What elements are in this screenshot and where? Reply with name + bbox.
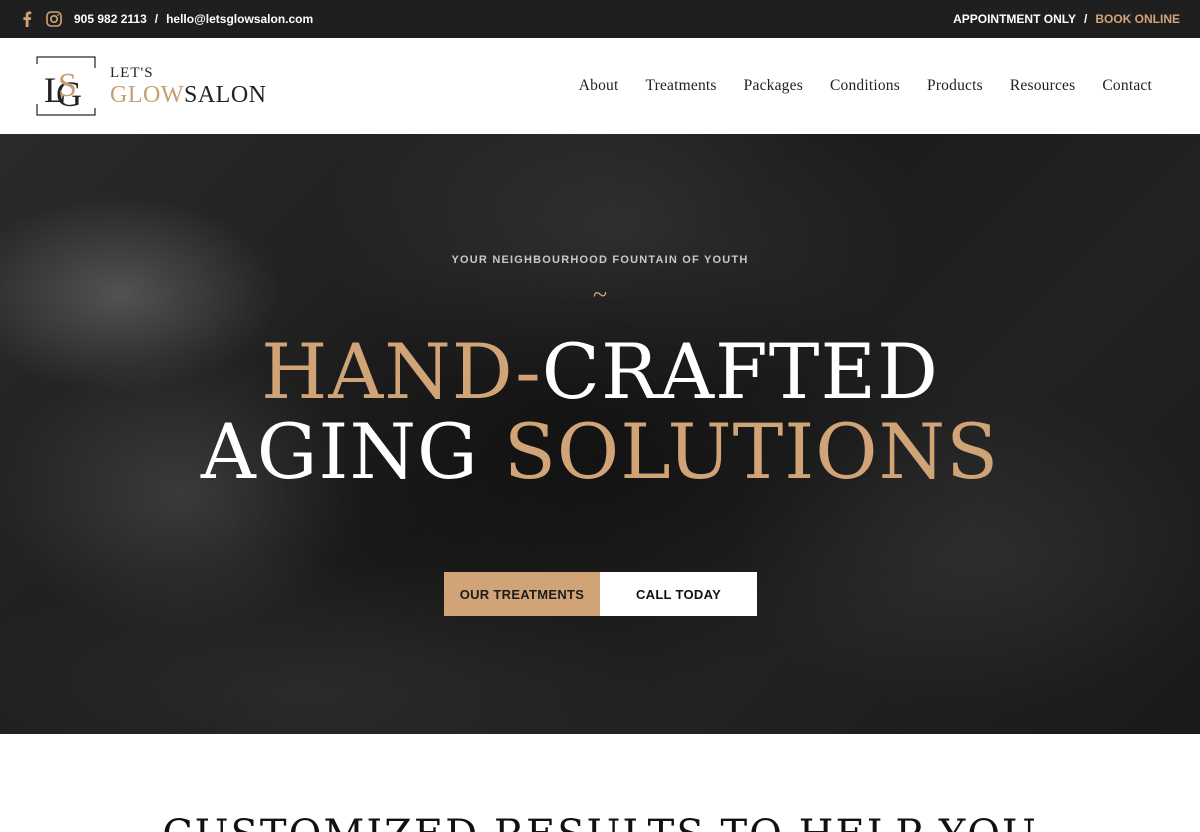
separator: / (1083, 12, 1088, 26)
headline-part-white-2: AGING (200, 407, 504, 496)
call-today-button[interactable]: CALL TODAY (600, 572, 757, 616)
book-online-link[interactable]: BOOK ONLINE (1095, 12, 1180, 26)
appointment-only-label: APPOINTMENT ONLY (953, 12, 1076, 26)
separator: / (154, 12, 159, 26)
nav-item-contact[interactable]: Contact (1102, 77, 1152, 95)
email-link[interactable]: hello@letsglowsalon.com (166, 12, 313, 26)
nav-item-about[interactable]: About (579, 77, 619, 95)
main-nav: About Treatments Packages Conditions Pro… (579, 77, 1152, 95)
instagram-icon[interactable] (46, 11, 62, 27)
headline-part-white-1: CRAFTED (541, 327, 939, 416)
top-bar: 905 982 2113 / hello@letsglowsalon.com A… (0, 0, 1200, 38)
nav-item-products[interactable]: Products (927, 77, 983, 95)
tilde-divider-icon: ~ (592, 280, 608, 309)
booking-info: APPOINTMENT ONLY / BOOK ONLINE (953, 12, 1180, 26)
nav-item-treatments[interactable]: Treatments (645, 77, 716, 95)
nav-item-resources[interactable]: Resources (1010, 77, 1076, 95)
site-header: L G S LET'S GLOWSALON About Treatments P… (0, 38, 1200, 134)
logo-wordmark: LET'S GLOWSALON (110, 64, 267, 107)
section-title: CUSTOMIZED RESULTS TO HELP YOU (0, 812, 1200, 832)
nav-item-conditions[interactable]: Conditions (830, 77, 900, 95)
logo-glow: GLOW (110, 81, 184, 108)
hero-content: YOUR NEIGHBOURHOOD FOUNTAIN OF YOUTH ~ H… (0, 134, 1200, 734)
hero-section: YOUR NEIGHBOURHOOD FOUNTAIN OF YOUTH ~ H… (0, 134, 1200, 734)
hero-tagline: YOUR NEIGHBOURHOOD FOUNTAIN OF YOUTH (451, 254, 749, 266)
svg-text:S: S (58, 67, 77, 104)
contact-info: 905 982 2113 / hello@letsglowsalon.com (22, 11, 313, 27)
logo-name: GLOWSALON (110, 83, 267, 107)
site-logo[interactable]: L G S LET'S GLOWSALON (36, 56, 267, 116)
nav-item-packages[interactable]: Packages (744, 77, 803, 95)
hero-headline: HAND-CRAFTED AGING SOLUTIONS (0, 332, 1200, 492)
our-treatments-button[interactable]: OUR TREATMENTS (444, 572, 600, 616)
facebook-icon[interactable] (22, 11, 32, 27)
logo-salon: SALON (183, 81, 267, 108)
logo-monogram: L G S (36, 56, 96, 116)
headline-part-gold-2: SOLUTIONS (503, 407, 1000, 496)
logo-lets: LET'S (110, 64, 154, 81)
headline-part-gold-1: HAND- (261, 327, 542, 416)
hero-buttons: OUR TREATMENTS CALL TODAY (444, 572, 757, 616)
phone-link[interactable]: 905 982 2113 (74, 12, 147, 26)
intro-section: CUSTOMIZED RESULTS TO HELP YOU (0, 734, 1200, 832)
